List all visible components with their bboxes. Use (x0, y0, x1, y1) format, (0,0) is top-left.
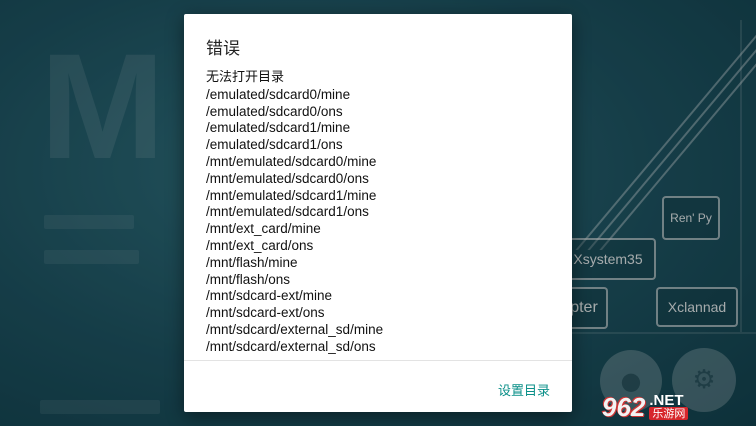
dialog-message-path: /mnt/emulated/sdcard0/ons (206, 170, 369, 186)
dialog-message-path: /mnt/sdcard-ext/mine (206, 288, 333, 304)
dialog-message-path: /mnt/sdcard/external_sd/... (206, 356, 554, 358)
dialog-message-path: /mnt/sdcard-ext/ons (206, 305, 325, 321)
dialog-message-path: /mnt/flash/mine (206, 254, 298, 270)
watermark-logo-cn: 乐游网 (649, 407, 689, 420)
dialog-message-path: /mnt/emulated/sdcard0/mine (206, 153, 377, 169)
dialog-message-path: /emulated/sdcard0/mine (206, 86, 351, 102)
dialog-message-path: /mnt/emulated/sdcard1/ons (206, 204, 369, 220)
set-directory-button[interactable]: 设置目录 (496, 378, 552, 401)
dialog-divider (184, 360, 572, 361)
site-watermark: 962 .NET 乐游网 (602, 392, 752, 422)
dialog-message[interactable]: 无法打开目录/emulated/sdcard0/mine/emulated/sd… (206, 70, 554, 358)
watermark-logo-net: .NET (649, 392, 684, 409)
dialog-message-path: /mnt/ext_card/ons (206, 237, 314, 253)
dialog-message-path: /emulated/sdcard0/ons (206, 103, 343, 119)
dialog-message-path: /mnt/sdcard/external_sd/mine (206, 321, 384, 337)
dialog-message-path: /mnt/emulated/sdcard1/mine (206, 187, 377, 203)
dialog-message-path: /mnt/ext_card/mine (206, 221, 321, 237)
dialog-message-path: /emulated/sdcard1/ons (206, 137, 343, 153)
dialog-message-path: /emulated/sdcard1/mine (206, 120, 351, 136)
error-dialog: 错误 无法打开目录/emulated/sdcard0/mine/emulated… (184, 14, 572, 412)
dialog-title: 错误 (206, 39, 240, 59)
dialog-message-heading: 无法打开目录 (206, 70, 285, 85)
dialog-message-path: /mnt/flash/ons (206, 271, 291, 287)
dialog-message-path: /mnt/sdcard/external_sd/ons (206, 338, 376, 354)
watermark-logo-number: 962 (602, 391, 646, 422)
